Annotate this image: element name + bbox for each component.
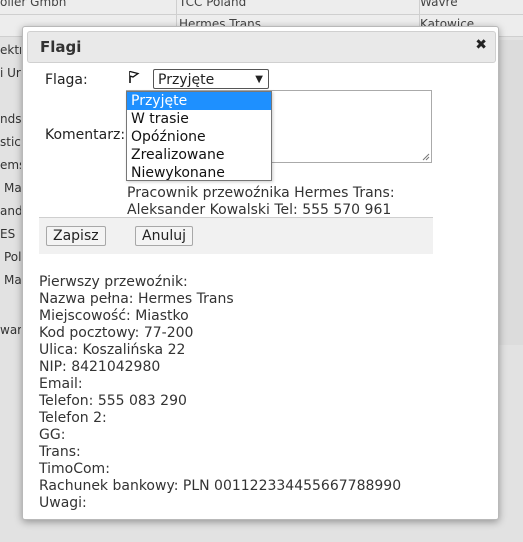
info-line: Kod pocztowy: 77-200 [39,325,194,341]
info-line: Telefon: 555 083 290 [39,393,187,409]
save-button[interactable]: Zapisz [46,226,106,246]
table-cell: oller Gmbh [0,0,177,14]
table-cell: ems [0,158,21,172]
table-cell: war [0,323,21,337]
info-line: Nazwa pełna: Hermes Trans [39,291,234,307]
dialog-title: Flagi [40,38,82,56]
info-line: Rachunek bankowy: PLN 001122334455667788… [39,478,402,494]
table-cell: stic [0,135,21,149]
cancel-button[interactable]: Anuluj [135,226,193,246]
info-line: Pierwszy przewoźnik: [39,274,188,290]
flag-label: Flaga: [45,72,88,88]
dialog-titlebar[interactable]: Flagi ✖ [27,31,496,63]
table-cell: nds [0,112,21,126]
info-line: Uwagi: [39,495,87,511]
comment-label: Komentarz: [45,127,126,143]
chevron-down-icon: ▼ [255,74,263,85]
table-cell: ES [0,227,16,241]
table-cell: and [0,204,21,218]
worker-heading: Pracownik przewoźnika Hermes Trans: [127,185,395,201]
carrier-details: Pierwszy przewoźnik: Nazwa pełna: Hermes… [39,274,401,512]
button-bar: Zapisz Anuluj [39,218,433,254]
flag-dropdown-list: Przyjęte W trasie Opóźnione Zrealizowane… [126,91,272,181]
table-row[interactable]: oller Gmbh TCC Poland Wavre [0,0,523,15]
background-column [497,40,523,345]
option-zrealizowane[interactable]: Zrealizowane [127,146,271,164]
flag-select[interactable]: Przyjęte ▼ [153,69,269,89]
option-przyjete[interactable]: Przyjęte [127,92,271,110]
close-icon[interactable]: ✖ [475,37,487,53]
carrier-worker-info: Pracownik przewoźnika Hermes Trans: Alek… [127,185,395,219]
option-opoznione[interactable]: Opóźnione [127,128,271,146]
resize-handle-icon[interactable] [422,153,430,161]
table-cell: i Ur [0,66,21,80]
option-w-trasie[interactable]: W trasie [127,110,271,128]
flag-icon [129,70,140,83]
flags-dialog: Flagi ✖ Flaga: Przyjęte ▼ Komentarz: Prz… [22,26,499,520]
info-line: GG: [39,427,66,443]
info-line: Trans: [39,444,81,460]
table-cell: ektr [0,43,21,57]
info-line: Ulica: Koszalińska 22 [39,342,186,358]
info-line: Telefon 2: [39,410,107,426]
table-cell: Wavre [420,0,458,9]
info-line: TimoCom: [39,461,110,477]
table-cell: TCC Poland [177,0,420,14]
info-line: Miejscowość: Miastko [39,308,189,324]
flag-select-value: Przyjęte [158,72,215,88]
info-line: NIP: 8421042980 [39,359,161,375]
option-niewykonane[interactable]: Niewykonane [127,164,271,182]
info-line: Email: [39,376,83,392]
